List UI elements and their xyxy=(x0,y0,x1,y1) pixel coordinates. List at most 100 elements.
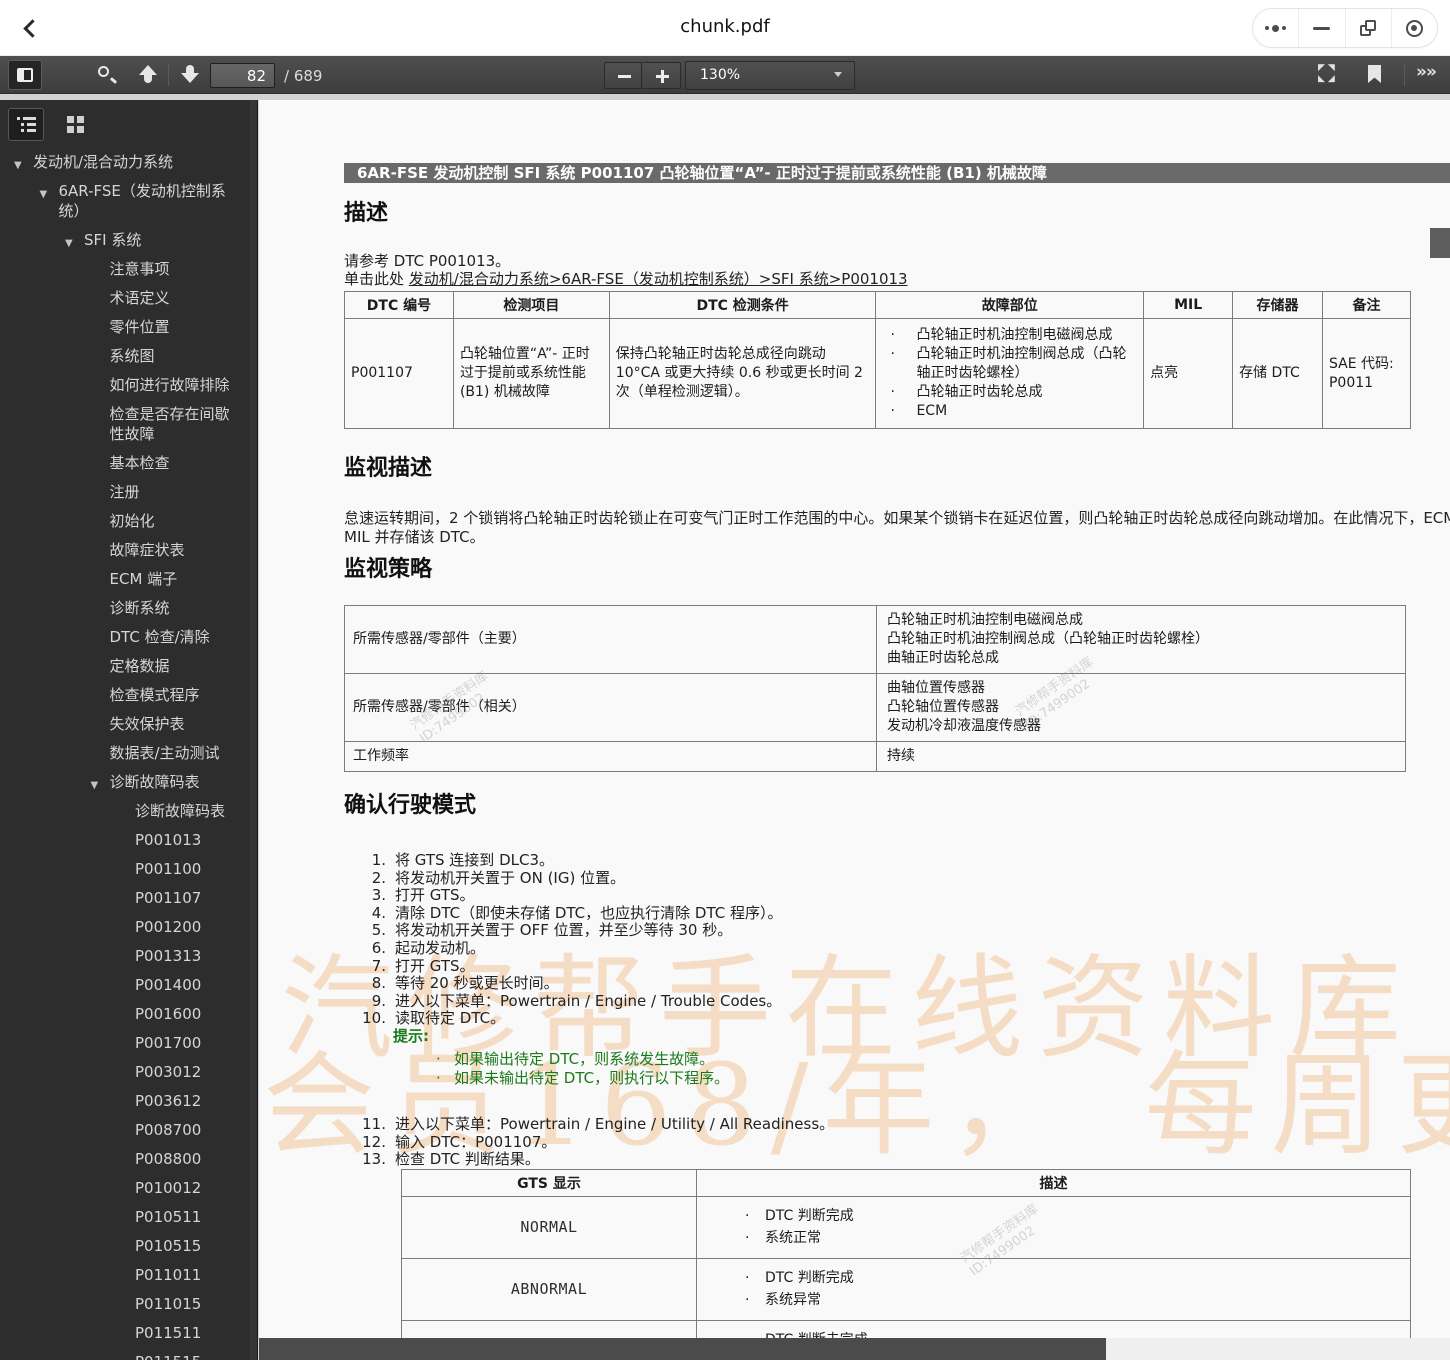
sidebar-item[interactable]: ▼如何进行故障排除 xyxy=(0,375,249,395)
step-number: 13. xyxy=(362,1150,386,1169)
strategy-value-cell: 凸轮轴正时机油控制电磁阀总成 凸轮轴正时机油控制阀总成（凸轮轴正时齿轮螺栓） 曲… xyxy=(876,605,1406,674)
sidebar-item-label: 6AR-FSE（发动机控制系统） xyxy=(58,182,226,220)
pdf-toolbar: / 689 130% ◤◥◣◢ »» xyxy=(0,56,1450,94)
sidebar-item[interactable]: ▼P011515 xyxy=(0,1352,249,1360)
step-text: 进入以下菜单：Powertrain / Engine / Trouble Cod… xyxy=(395,991,782,1010)
zoom-level-select[interactable]: 130% xyxy=(685,61,855,93)
sidebar-item[interactable]: ▼初始化 xyxy=(0,511,249,531)
procedure-step: 8. 等待 20 秒或更长时间。 xyxy=(344,975,1450,993)
sidebar-item[interactable]: ▼数据表/主动测试 xyxy=(0,743,249,763)
zoom-out-button[interactable] xyxy=(604,62,642,89)
note-cell: SAE 代码: P0011 xyxy=(1321,318,1412,429)
sidebar-item[interactable]: ▼P001100 xyxy=(0,859,249,879)
sidebar-item[interactable]: ▼检查是否存在间歇性故障 xyxy=(0,404,249,444)
select-spinner-icon xyxy=(834,69,842,99)
fault-list: 凸轮轴正时机油控制电磁阀总成凸轮轴正时机油控制阀总成（凸轮轴正时齿轮螺栓）凸轮轴… xyxy=(882,326,1137,421)
next-page-button[interactable] xyxy=(178,63,202,87)
sidebar-item[interactable]: ▼注意事项 xyxy=(0,259,249,279)
dtc-reference-link[interactable]: 发动机/混合动力系统>6AR-FSE（发动机控制系统）>SFI 系统>P0010… xyxy=(409,270,908,288)
outline-tree: ▼发动机/混合动力系统 ▼6AR-FSE（发动机控制系统） ▼SFI 系统 ▼注… xyxy=(0,152,249,1360)
sidebar-item[interactable]: ▼P001013 xyxy=(0,830,249,850)
sidebar-item-label: P008800 xyxy=(135,1150,202,1168)
procedure-step: 2. 将发动机开关置于 ON (IG) 位置。 xyxy=(344,869,1450,888)
mil-cell: 点亮 xyxy=(1143,318,1234,429)
plus-icon-v xyxy=(661,70,664,83)
paragraph-line: 怠速运转期间，2 个锁销将凸轮轴正时齿轮锁止在可变气门正时工作范围的中心。如果某… xyxy=(344,509,1450,527)
sidebar-item[interactable]: ▼ 发动机/混合动力系统 xyxy=(0,152,249,172)
sidebar-item[interactable]: ▼注册 xyxy=(0,482,249,502)
outline-view-button[interactable] xyxy=(8,108,44,141)
float-window-button[interactable] xyxy=(1344,9,1391,47)
horizontal-scrollbar-thumb[interactable] xyxy=(259,1338,1106,1360)
monitor-description-paragraph: 怠速运转期间，2 个锁销将凸轮轴正时齿轮锁止在可变气门正时工作范围的中心。如果某… xyxy=(344,509,1450,547)
close-home-button[interactable] xyxy=(1390,9,1437,47)
presentation-mode-button[interactable]: ◤◥ ◣◢ xyxy=(1318,64,1340,86)
procedure-step: 5. 将发动机开关置于 OFF 位置，并至少等待 30 秒。 xyxy=(344,922,1450,940)
hint-label: 提示: xyxy=(393,1026,429,1045)
sidebar-item-label: P003612 xyxy=(135,1092,202,1110)
sidebar-item[interactable]: ▼P003612 xyxy=(0,1091,249,1111)
sidebar-toggle-button[interactable] xyxy=(8,60,42,90)
sidebar-item[interactable]: ▼故障症状表 xyxy=(0,540,249,560)
paragraph-line: MIL 并存储该 DTC。 xyxy=(344,528,485,546)
strategy-row: 所需传感器/零部件（相关） 曲轴位置传感器 凸轮轴位置传感器 发动机冷却液温度传… xyxy=(344,673,1406,742)
minimize-button[interactable] xyxy=(1298,9,1344,47)
sidebar-item[interactable]: ▼P010515 xyxy=(0,1236,249,1256)
sidebar-item[interactable]: ▼DTC 检查/清除 xyxy=(0,627,249,647)
sidebar-item[interactable]: ▼P001600 xyxy=(0,1004,249,1024)
sidebar-item[interactable]: ▼P001200 xyxy=(0,917,249,937)
bookmark-button[interactable] xyxy=(1368,65,1381,83)
sidebar-item[interactable]: ▼P011015 xyxy=(0,1294,249,1314)
minimize-icon xyxy=(1313,26,1331,30)
step-text: 起动发动机。 xyxy=(395,938,486,957)
sidebar-item[interactable]: ▼P001107 xyxy=(0,888,249,908)
sidebar-item-label: 检查是否存在间歇性故障 xyxy=(109,405,230,443)
sidebar-item-label: 诊断故障码表 xyxy=(135,802,226,820)
sidebar-item[interactable]: ▼P011511 xyxy=(0,1323,249,1343)
gts-row: ABNORMAL DTC 判断完成 系统异常 xyxy=(401,1257,1411,1321)
step-number: 7. xyxy=(371,956,386,975)
step-text: 读取待定 DTC。 xyxy=(395,1009,506,1028)
sidebar-scrollbar-track[interactable] xyxy=(250,100,257,1360)
sidebar-item[interactable]: ▼ SFI 系统 xyxy=(0,230,249,250)
sidebar-item[interactable]: ▼P001313 xyxy=(0,946,249,966)
viewer-body: ▼发动机/混合动力系统 ▼6AR-FSE（发动机控制系统） ▼SFI 系统 ▼注… xyxy=(0,94,1450,1360)
vertical-scrollbar-thumb[interactable] xyxy=(1430,228,1450,258)
gts-display-cell: NORMAL xyxy=(401,1195,697,1259)
sidebar-item[interactable]: ▼诊断系统 xyxy=(0,598,249,618)
procedure-step: 10. 读取待定 DTC。 xyxy=(344,1010,1450,1028)
sidebar-item[interactable]: ▼P008700 xyxy=(0,1120,249,1140)
sidebar-item[interactable]: ▼失效保护表 xyxy=(0,714,249,734)
sidebar-item[interactable]: ▼P001700 xyxy=(0,1033,249,1053)
sidebar-item-label: P001700 xyxy=(135,1034,202,1052)
sidebar-item-label: P001100 xyxy=(135,860,202,878)
sidebar-item[interactable]: ▼系统图 xyxy=(0,346,249,366)
sidebar-item[interactable]: ▼诊断故障码表 xyxy=(0,772,249,792)
sidebar-item[interactable]: ▼ 6AR-FSE（发动机控制系统） xyxy=(0,181,249,221)
sidebar-item[interactable]: ▼P010012 xyxy=(0,1178,249,1198)
strategy-value-cell: 曲轴位置传感器 凸轮轴位置传感器 发动机冷却液温度传感器 xyxy=(876,673,1406,742)
sidebar-item[interactable]: ▼检查模式程序 xyxy=(0,685,249,705)
horizontal-scrollbar-track[interactable] xyxy=(259,1338,1450,1360)
sidebar-item[interactable]: ▼P011011 xyxy=(0,1265,249,1285)
zoom-in-button[interactable] xyxy=(643,62,681,89)
sidebar-item[interactable]: ▼基本检查 xyxy=(0,453,249,473)
dtc-table-header-row: DTC 编号 检测项目 DTC 检测条件 故障部位 MIL 存储器 备注 xyxy=(344,291,1412,319)
arrow-down-icon xyxy=(181,65,199,83)
sidebar-item[interactable]: ▼P001400 xyxy=(0,975,249,995)
dtc-table: DTC 编号 检测项目 DTC 检测条件 故障部位 MIL 存储器 备注 P00… xyxy=(344,291,1412,429)
sidebar-item[interactable]: ▼P003012 xyxy=(0,1062,249,1082)
more-tools-button[interactable]: »» xyxy=(1416,62,1437,82)
more-options-button[interactable] xyxy=(1253,9,1298,47)
sidebar-item[interactable]: ▼P008800 xyxy=(0,1149,249,1169)
sidebar-item[interactable]: ▼P010511 xyxy=(0,1207,249,1227)
previous-page-button[interactable] xyxy=(136,63,160,87)
sidebar-item[interactable]: ▼ECM 端子 xyxy=(0,569,249,589)
sidebar-item[interactable]: ▼诊断故障码表 xyxy=(0,801,249,821)
thumbnails-view-button[interactable] xyxy=(58,108,94,141)
sidebar-item[interactable]: ▼零件位置 xyxy=(0,317,249,337)
page-number-input[interactable] xyxy=(210,63,275,88)
search-button[interactable] xyxy=(96,64,118,86)
sidebar-item[interactable]: ▼术语定义 xyxy=(0,288,249,308)
sidebar-item[interactable]: ▼定格数据 xyxy=(0,656,249,676)
